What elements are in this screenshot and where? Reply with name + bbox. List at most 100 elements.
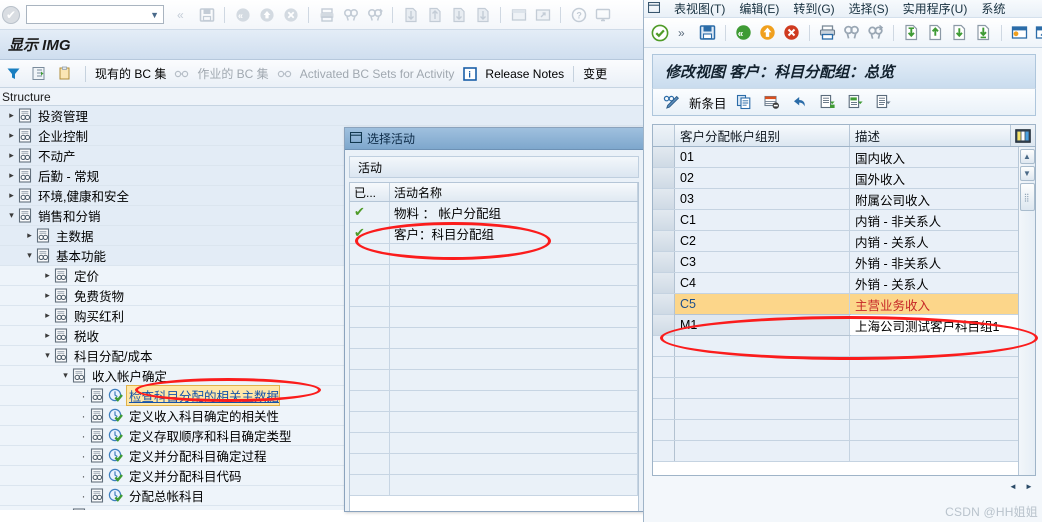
cell-account-group[interactable]: C1: [675, 210, 850, 230]
tree-item-label[interactable]: 免费货物: [72, 286, 124, 305]
table-row-empty[interactable]: [653, 378, 1035, 399]
tree-item-label[interactable]: 定义并分配科目确定过程: [127, 446, 267, 465]
activity-row-empty[interactable]: [350, 349, 638, 370]
tree-item-label[interactable]: 销售和分销: [36, 206, 101, 225]
activity-name-cell[interactable]: 客户：科目分配组: [390, 223, 638, 243]
tree-item-label[interactable]: 环境,健康和安全: [36, 186, 129, 205]
cell-account-group[interactable]: [675, 357, 850, 377]
cell-account-group[interactable]: [675, 336, 850, 356]
tree-item-label[interactable]: 定价: [72, 266, 99, 285]
chevron-right-icon[interactable]: ▸: [6, 130, 17, 141]
activity-row-empty[interactable]: [350, 433, 638, 454]
enter-icon[interactable]: ✔: [2, 5, 20, 24]
row-select-cell[interactable]: [653, 168, 675, 188]
executed-activity-icon[interactable]: [108, 488, 123, 503]
cell-account-group[interactable]: C2: [675, 231, 850, 251]
grid-horizontal-scrollbar[interactable]: ◄ ►: [652, 478, 1036, 494]
table-row[interactable]: C4 外销 - 关系人: [653, 273, 1035, 294]
row-select-cell[interactable]: [653, 210, 675, 230]
tree-item-label[interactable]: 后勤 - 常规: [36, 166, 99, 185]
find-icon[interactable]: [841, 22, 862, 43]
account-assignment-grid[interactable]: 客户分配帐户组别 描述 01 国内收入 02 国外收入 03 附属公司收入 C1 内销 - 非…: [652, 124, 1036, 476]
chevron-down-icon[interactable]: ▾: [42, 350, 53, 361]
tree-item-label[interactable]: 收入确认: [90, 506, 142, 510]
new-entries-button[interactable]: 新条目: [689, 93, 727, 112]
tree-item-label[interactable]: 企业控制: [36, 126, 88, 145]
scroll-left-icon[interactable]: ◄: [1006, 479, 1020, 493]
cell-account-group[interactable]: [675, 378, 850, 398]
info-icon[interactable]: i: [459, 63, 480, 84]
table-row[interactable]: C3 外销 - 非关系人: [653, 252, 1035, 273]
chevron-down-icon[interactable]: ▼: [150, 10, 159, 20]
row-select-cell[interactable]: [653, 336, 675, 356]
undo-icon[interactable]: [790, 92, 811, 113]
menu-goto[interactable]: 转到(G): [793, 0, 834, 17]
chevron-right-icon[interactable]: ▸: [6, 190, 17, 201]
activity-row-empty[interactable]: [350, 475, 638, 496]
enter-icon[interactable]: [649, 22, 670, 43]
menu-table-view[interactable]: 表视图(T): [674, 0, 725, 17]
cell-account-group[interactable]: 02: [675, 168, 850, 188]
table-row[interactable]: 01 国内收入: [653, 147, 1035, 168]
scroll-down-icon[interactable]: ▼: [1019, 166, 1035, 181]
cell-account-group[interactable]: [675, 399, 850, 419]
copy-clipboard-icon[interactable]: [55, 63, 76, 84]
chevron-right-icon[interactable]: ▸: [6, 150, 17, 161]
column-header-activity-name[interactable]: 活动名称: [390, 183, 638, 201]
cell-description[interactable]: 上海公司测试客户科目组1: [850, 315, 1035, 335]
save-icon[interactable]: [697, 22, 718, 43]
chevron-down-icon[interactable]: ▾: [60, 370, 71, 381]
select-all-icon[interactable]: [818, 92, 839, 113]
table-row[interactable]: C5 主营业务收入: [653, 294, 1035, 315]
cell-account-group[interactable]: 03: [675, 189, 850, 209]
activity-name-cell[interactable]: 物料 ： 帐户分配组: [390, 202, 638, 222]
menu-selection[interactable]: 选择(S): [849, 0, 889, 17]
tree-item-label[interactable]: 不动产: [36, 146, 76, 165]
cell-account-group[interactable]: C3: [675, 252, 850, 272]
row-select-cell[interactable]: [653, 441, 675, 461]
activity-row-empty[interactable]: [350, 454, 638, 475]
cell-description[interactable]: [850, 357, 1035, 377]
executed-activity-icon[interactable]: [108, 468, 123, 483]
cell-description[interactable]: [850, 336, 1035, 356]
cell-account-group[interactable]: C4: [675, 273, 850, 293]
row-select-cell[interactable]: [653, 378, 675, 398]
tree-item-label[interactable]: 定义并分配科目代码: [127, 466, 242, 485]
delete-row-icon[interactable]: [762, 92, 783, 113]
exit-icon[interactable]: [757, 22, 778, 43]
executed-activity-icon[interactable]: [108, 428, 123, 443]
tree-item-label[interactable]: 定义存取顺序和科目确定类型: [127, 426, 292, 445]
find-next-icon[interactable]: [865, 22, 886, 43]
cell-description[interactable]: 外销 - 非关系人: [850, 252, 1035, 272]
new-session-icon[interactable]: [1009, 22, 1030, 43]
tree-item-label[interactable]: 基本功能: [54, 246, 106, 265]
more-icon[interactable]: »: [673, 22, 694, 43]
select-block-icon[interactable]: [846, 92, 867, 113]
grid-vertical-scrollbar[interactable]: ▲ ▼ ⣿: [1018, 147, 1035, 475]
chevron-right-icon[interactable]: ▸: [24, 230, 35, 241]
tree-item-label[interactable]: 税收: [72, 326, 99, 345]
table-row-empty[interactable]: [653, 399, 1035, 420]
activity-row-empty[interactable]: [350, 244, 638, 265]
tree-item-label[interactable]: 主数据: [54, 226, 94, 245]
cell-description[interactable]: [850, 420, 1035, 440]
change-label[interactable]: 变更: [583, 65, 607, 82]
tree-item-label[interactable]: 购买红利: [72, 306, 124, 325]
row-select-cell[interactable]: [653, 231, 675, 251]
chevron-down-icon[interactable]: ▾: [6, 210, 17, 221]
scroll-up-icon[interactable]: ▲: [1019, 149, 1035, 164]
cell-description[interactable]: 外销 - 关系人: [850, 273, 1035, 293]
cancel-icon[interactable]: [781, 22, 802, 43]
row-select-cell[interactable]: [653, 357, 675, 377]
row-select-cell[interactable]: [653, 252, 675, 272]
previous-page-icon[interactable]: [925, 22, 946, 43]
row-select-cell[interactable]: [653, 399, 675, 419]
scroll-right-icon[interactable]: ►: [1022, 479, 1036, 493]
activity-row[interactable]: ✔ 物料 ： 帐户分配组: [350, 202, 638, 223]
cell-description[interactable]: [850, 378, 1035, 398]
tree-item-label[interactable]: 收入帐户确定: [90, 366, 167, 385]
row-select-column-header[interactable]: [653, 125, 675, 146]
activity-grid[interactable]: 已... 活动名称 ✔ 物料 ： 帐户分配组 ✔ 客户：科目分配组: [349, 182, 639, 511]
table-row[interactable]: 03 附属公司收入: [653, 189, 1035, 210]
last-page-icon[interactable]: [973, 22, 994, 43]
